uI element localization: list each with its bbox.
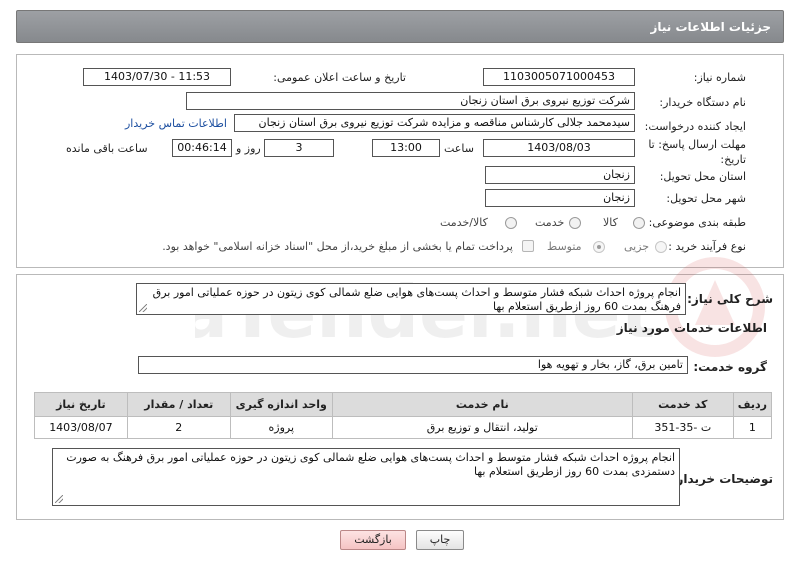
purchase-medium-label: متوسط [547, 240, 582, 253]
treasury-checkbox[interactable] [522, 240, 534, 252]
province-label: استان محل تحویل: [659, 170, 746, 183]
table-header-row: ردیف کد خدمت نام خدمت واحد اندازه گیری ت… [34, 392, 773, 417]
col-qty-header: تعداد / مقدار [126, 392, 231, 417]
page-header: جزئیات اطلاعات نیاز [16, 10, 784, 43]
resize-handle-icon[interactable] [55, 495, 63, 503]
services-table: ردیف کد خدمت نام خدمت واحد اندازه گیری ت… [34, 392, 773, 439]
cell-name: تولید، انتقال و توزیع برق [331, 416, 633, 439]
category-goods-radio[interactable] [633, 217, 645, 229]
cell-qty: 2 [126, 416, 231, 439]
service-group-label: گروه خدمت: [693, 360, 767, 374]
category-label: طبقه بندی موضوعی: [648, 216, 746, 229]
deadline-label: مهلت ارسال پاسخ: تا تاریخ: [648, 138, 746, 166]
need-number-field: 1103005071000453 [483, 68, 635, 86]
buyer-notes-textarea[interactable]: انجام پروژه احداث شبکه فشار متوسط و احدا… [52, 448, 680, 506]
col-date-header: تاریخ نیاز [34, 392, 128, 417]
category-goods-service-radio[interactable] [505, 217, 517, 229]
general-desc-label: شرح کلی نیاز: [687, 292, 773, 306]
days-remaining-field: 3 [264, 139, 334, 157]
cell-code: ت -35-351 [631, 416, 734, 439]
category-service-label: خدمت [535, 216, 565, 229]
category-service-radio[interactable] [569, 217, 581, 229]
days-label: روز و [236, 142, 261, 155]
deadline-date-field: 1403/08/03 [483, 139, 635, 157]
purchase-minor-radio[interactable] [655, 241, 667, 253]
services-heading: اطلاعات خدمات مورد نیاز [616, 321, 767, 335]
purchase-minor-label: جزیی [624, 240, 650, 253]
col-code-header: کد خدمت [631, 392, 734, 417]
print-button[interactable]: چاپ [416, 530, 464, 550]
announce-date-label: تاریخ و ساعت اعلان عمومی: [273, 71, 406, 84]
cell-unit: پروژه [229, 416, 333, 439]
back-button[interactable]: بازگشت [340, 530, 406, 550]
col-name-header: نام خدمت [331, 392, 633, 417]
general-desc-text: انجام پروژه احداث شبکه فشار متوسط و احدا… [152, 286, 681, 313]
creator-field: سیدمحمد جلالی کارشناس مناقصه و مزایده شر… [234, 114, 635, 132]
remaining-time-field: 00:46:14 [172, 139, 232, 157]
city-field: زنجان [485, 189, 635, 207]
announce-date-field: 1403/07/30 - 11:53 [83, 68, 231, 86]
page-title: جزئیات اطلاعات نیاز [650, 20, 771, 34]
service-group-field: تامین برق، گاز، بخار و تهویه هوا [138, 356, 688, 374]
city-label: شهر محل تحویل: [666, 192, 746, 205]
buyer-notes-text: انجام پروژه احداث شبکه فشار متوسط و احدا… [66, 451, 675, 478]
col-unit-header: واحد اندازه گیری [229, 392, 333, 417]
province-field: زنجان [485, 166, 635, 184]
purchase-type-label: نوع فرآیند خرید : [668, 240, 746, 253]
purchase-medium-radio[interactable] [593, 241, 605, 253]
cell-row: 1 [732, 416, 773, 439]
cell-date: 1403/08/07 [34, 416, 128, 439]
category-goods-label: کالا [603, 216, 618, 229]
general-desc-textarea[interactable]: انجام پروژه احداث شبکه فشار متوسط و احدا… [136, 283, 686, 315]
need-number-label: شماره نیاز: [693, 71, 746, 84]
table-row: 1 ت -35-351 تولید، انتقال و توزیع برق پر… [34, 416, 773, 439]
buyer-org-field: شرکت توزیع نیروی برق استان زنجان [186, 92, 635, 110]
remaining-time-label: ساعت باقی مانده [66, 142, 148, 155]
category-goods-service-label: کالا/خدمت [440, 216, 488, 229]
creator-label: ایجاد کننده درخواست: [644, 120, 746, 133]
buyer-contact-link[interactable]: اطلاعات تماس خریدار [125, 117, 227, 130]
treasury-note: پرداخت تمام یا بخشی از مبلغ خرید،از محل … [162, 240, 513, 253]
buyer-notes-label: توضیحات خریدار: [671, 472, 773, 486]
deadline-time-label: ساعت [444, 142, 474, 155]
buyer-org-label: نام دستگاه خریدار: [659, 96, 746, 109]
deadline-time-field: 13:00 [372, 139, 440, 157]
resize-handle-icon[interactable] [139, 304, 147, 312]
col-row-header: ردیف [732, 392, 773, 417]
